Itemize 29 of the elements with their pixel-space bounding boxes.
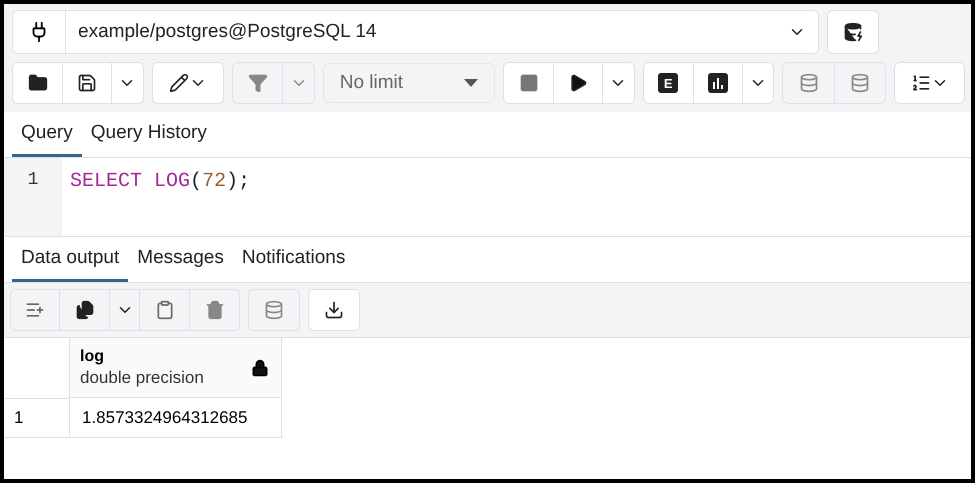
table-cell: 1.8573324964312685	[70, 399, 282, 438]
trash-icon	[204, 300, 224, 320]
row-number: 1	[4, 399, 70, 438]
database-icon	[798, 73, 819, 93]
chart-icon	[708, 73, 728, 93]
caret-icon	[464, 79, 478, 87]
copy-icon	[74, 300, 94, 320]
stop-icon	[518, 73, 539, 93]
pencil-icon	[168, 73, 189, 93]
save-icon	[77, 73, 98, 93]
explain-button[interactable]: E	[644, 63, 693, 103]
connection-selector[interactable]: example/postgres@PostgreSQL 14	[12, 10, 819, 54]
database-icon	[264, 300, 284, 320]
database-icon	[850, 73, 870, 93]
clipboard-icon	[154, 300, 174, 320]
connection-value: example/postgres@PostgreSQL 14	[78, 21, 376, 43]
filter-icon	[248, 73, 268, 93]
folder-icon	[28, 73, 48, 93]
query-tab[interactable]: Query History	[82, 112, 216, 157]
limit-dropdown[interactable]: No limit	[322, 63, 496, 103]
column-type: double precision	[80, 368, 204, 388]
output-tab[interactable]: Messages	[128, 237, 233, 282]
list-icon	[910, 73, 931, 93]
column-name: log	[80, 348, 105, 366]
line-number: 1	[28, 170, 38, 192]
output-tab[interactable]: Notifications	[232, 237, 354, 282]
code-line: SELECT LOG(72);	[70, 170, 250, 193]
database-icon	[843, 22, 863, 42]
download-icon	[324, 300, 344, 320]
